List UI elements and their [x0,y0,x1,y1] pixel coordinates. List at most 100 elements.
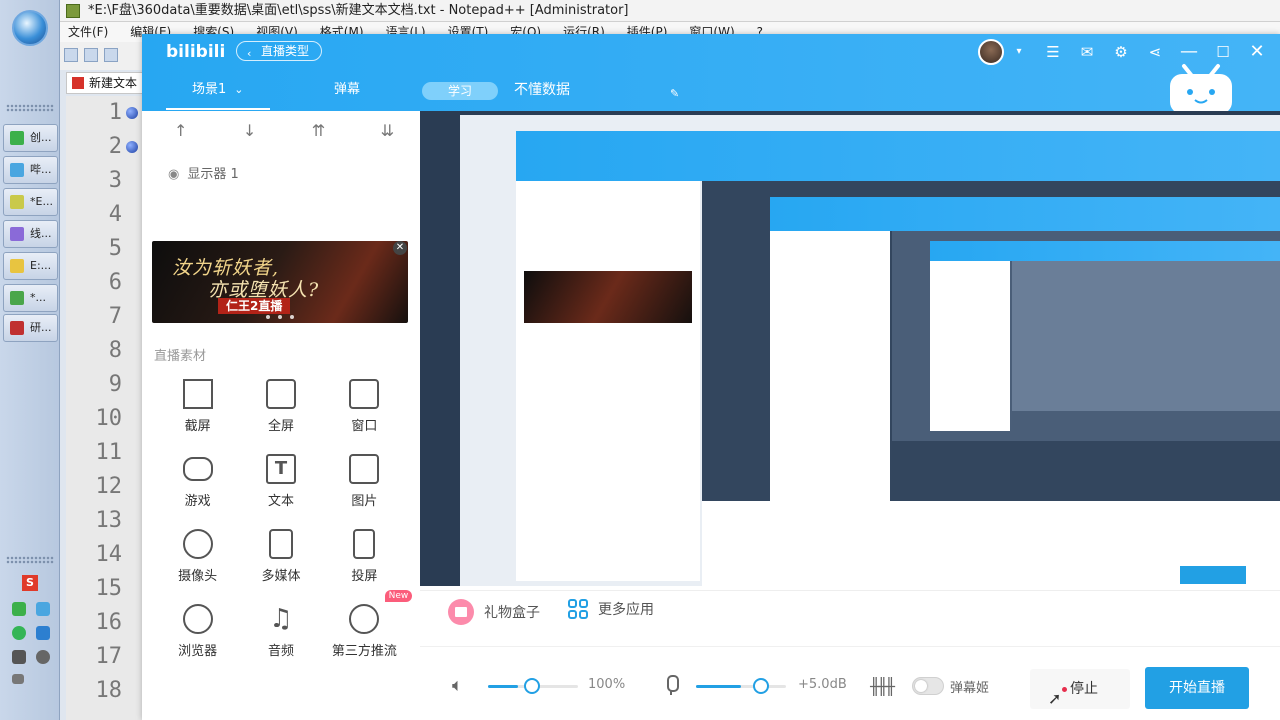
share-icon[interactable]: ⋖ [1144,41,1166,63]
source-item-monitor[interactable]: ◉ 显示器 1 [168,163,239,182]
save-icon[interactable] [104,48,118,62]
new-badge: New [384,590,413,602]
tool-label: 窗口 [351,419,378,434]
live-type-button[interactable]: ‹ 直播类型 [236,41,323,61]
mail-icon[interactable]: ✉ [1076,41,1098,63]
tool-label: 图片 [351,494,378,509]
taskbar-item-4[interactable]: E:... [3,252,58,280]
mic-slider[interactable] [696,678,786,694]
move-top-icon[interactable]: ⇈ [312,121,325,140]
security-icon[interactable] [12,626,26,640]
tool-camera[interactable]: 摄像头 [156,529,239,584]
monitor-icon [265,379,296,409]
promo-banner[interactable]: 汝为斩妖者, 亦或堕妖人? 仁王2直播 ✕ [152,241,408,323]
section-title: 直播素材 [154,349,207,364]
start-button[interactable] [12,10,48,46]
more-apps-button[interactable]: 更多应用 [568,599,654,619]
line-number: 11 [95,440,123,465]
danmaku-toggle[interactable] [912,677,944,695]
new-file-icon[interactable] [64,48,78,62]
taskbar-item-3[interactable]: 线... [3,220,58,248]
windows-taskbar: 创... 哔... *E... 线... E:... *... 研... S [0,0,60,720]
tool-audio[interactable]: ♫ 音频 [239,604,322,659]
line-number: 16 [95,610,123,635]
cube-icon[interactable] [36,626,50,640]
taskbar-item-label: 哔... [30,163,52,176]
bookmark-icon[interactable] [126,141,138,153]
tab-scene[interactable]: 场景1 ⌄ [192,78,244,111]
tool-third-party-stream[interactable]: 第三方推流 New [323,590,413,659]
network-icon[interactable] [12,650,26,664]
menu-icon[interactable]: ☰ [1042,41,1064,63]
open-file-icon[interactable] [84,48,98,62]
tool-window[interactable]: 窗口 [323,379,406,434]
bilibili-logo: bilibili [166,42,226,62]
eye-icon[interactable]: ◉ [168,167,179,182]
tool-cast[interactable]: 投屏 [323,529,406,584]
close-icon[interactable]: ✕ [393,241,407,255]
app-icon [10,291,24,305]
music-icon: ♫ [269,604,293,634]
line-number: 17 [95,644,123,669]
gift-box-button[interactable]: 礼物盒子 [448,599,540,625]
preview-capture [524,271,692,323]
taskbar-item-2[interactable]: *E... [3,188,58,216]
notepad-document-tab[interactable]: 新建文本 [66,72,144,94]
tool-media[interactable]: 多媒体 [239,529,322,584]
tool-image[interactable]: 图片 [323,454,406,509]
app-header: bilibili ‹ 直播类型 ▾ ☰ ✉ ⚙ ⋖ — ☐ ✕ 场景1 ⌄ 弹幕… [142,34,1280,112]
taskbar-item-label: *... [30,291,46,304]
line-number: 8 [108,338,122,363]
volume-slider-handle[interactable] [524,678,540,694]
move-up-icon[interactable]: ↑ [174,121,187,140]
speaker-icon[interactable] [36,650,50,664]
app-icon [10,195,24,209]
preview-capture [930,241,1280,261]
move-bottom-icon[interactable]: ⇊ [381,121,394,140]
chevron-down-icon[interactable]: ▾ [1008,41,1030,63]
start-live-button[interactable]: 开始直播 [1145,667,1249,709]
microphone-icon[interactable] [664,675,679,695]
equalizer-icon[interactable]: ╫╫╫ [870,677,895,696]
notepad-toolbar [60,42,150,70]
taskbar-item-label: E:... [30,259,52,272]
window-icon [349,379,380,409]
bookmark-icon[interactable] [126,107,138,119]
speaker-icon[interactable]: 🔈︎ [452,675,463,696]
taskbar-item-1[interactable]: 哔... [3,156,58,184]
tool-fullscreen[interactable]: 全屏 [239,379,322,434]
minimize-icon[interactable]: — [1178,41,1200,63]
move-down-icon[interactable]: ↓ [243,121,256,140]
app-icon [10,163,24,177]
taskbar-item-label: 研... [30,321,52,334]
maximize-icon[interactable]: ☐ [1212,41,1234,63]
live-type-label: 直播类型 [261,44,310,58]
stop-button[interactable]: ➚ 停止 [1030,669,1130,709]
tool-text[interactable]: T 文本 [239,454,322,509]
tab-study[interactable]: 学习 [422,82,499,100]
mic-slider-handle[interactable] [753,678,769,694]
live-preview[interactable] [420,111,1280,586]
shield-icon[interactable] [12,602,26,616]
camera-icon [182,529,213,559]
taskbar-item-6[interactable]: 研... [3,314,58,342]
tab-danmu[interactable]: 弹幕 [334,78,360,111]
sogou-tray-icon[interactable]: S [22,575,38,591]
close-icon[interactable]: ✕ [1246,41,1268,63]
globe-icon[interactable] [36,602,50,616]
gear-icon[interactable]: ⚙ [1110,41,1132,63]
avatar[interactable] [978,39,1004,65]
source-panel: ↑ ↓ ⇈ ⇊ ◉ 显示器 1 汝为斩妖者, 亦或堕妖人? 仁王2直播 ✕ 直播素… [142,111,420,720]
menu-file[interactable]: 文件(F) [68,25,108,39]
stop-label: 停止 [1070,681,1098,697]
carousel-dots[interactable] [262,315,298,319]
taskbar-item-5[interactable]: *... [3,284,58,312]
signal-icon[interactable] [12,674,24,684]
taskbar-item-0[interactable]: 创... [3,124,58,152]
volume-slider[interactable] [488,678,578,694]
tool-label: 截屏 [184,419,211,434]
header-tabs: 场景1 ⌄ 弹幕 学习 不懂数据 ✎ [142,78,1280,111]
tool-game[interactable]: 游戏 [156,454,239,509]
tool-screenshot[interactable]: 截屏 [156,379,239,434]
tool-browser[interactable]: 浏览器 [156,604,239,659]
